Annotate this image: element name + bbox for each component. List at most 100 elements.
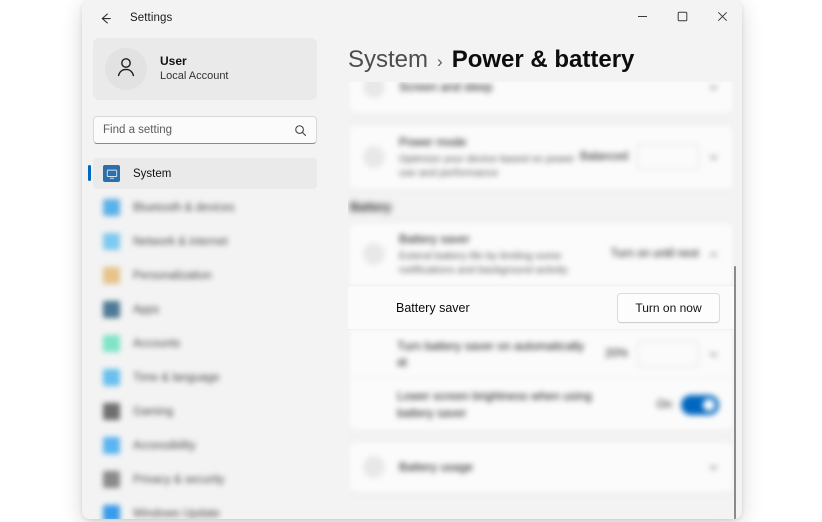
- chevron-up-icon[interactable]: [708, 249, 719, 260]
- row-right: Balanced: [580, 144, 719, 170]
- row-title: Battery saver: [399, 231, 470, 246]
- sidebar-item-gaming[interactable]: Gaming: [93, 396, 317, 427]
- row-screen-and-sleep[interactable]: Screen and sleep: [349, 82, 733, 113]
- maximize-button[interactable]: [662, 0, 702, 36]
- row-battery-saver-header[interactable]: Battery saver Extend battery life by lim…: [349, 223, 733, 285]
- chevron-down-icon[interactable]: [708, 462, 719, 473]
- section-header-battery: Battery: [350, 200, 392, 214]
- row-right: [708, 82, 719, 93]
- card-power-mode[interactable]: Power mode Optimize your device based on…: [348, 124, 734, 190]
- apps-icon: [103, 301, 120, 318]
- globe-icon: [103, 233, 120, 250]
- lower-brightness-toggle[interactable]: [681, 394, 719, 415]
- chevron-down-icon[interactable]: [708, 82, 719, 93]
- sidebar-item-apps[interactable]: Apps: [93, 294, 317, 325]
- row-lower-brightness[interactable]: Lower screen brightness when using batte…: [349, 378, 733, 430]
- row-text: Lower screen brightness when using batte…: [397, 388, 657, 420]
- sidebar: User Local Account Find a setting System…: [82, 36, 328, 519]
- row-right: On: [656, 394, 719, 415]
- chevron-down-icon[interactable]: [708, 349, 719, 360]
- row-auto-turn-on[interactable]: Turn battery saver on automatically at 2…: [349, 330, 733, 378]
- app-title: Settings: [130, 12, 173, 24]
- update-icon: [103, 505, 120, 519]
- vertical-scrollbar[interactable]: [730, 266, 740, 519]
- row-battery-saver-focused[interactable]: Battery saver Turn on now: [348, 285, 734, 330]
- battery-usage-icon: [363, 456, 385, 478]
- chevron-down-icon[interactable]: [708, 152, 719, 163]
- breadcrumb-parent[interactable]: System: [348, 46, 428, 74]
- minimize-icon: [637, 9, 648, 27]
- main-content: System › Power & battery Screen and slee…: [328, 36, 742, 519]
- settings-scroll-area: Screen and sleep Power mode Optimize you…: [348, 82, 734, 519]
- maximize-icon: [677, 9, 688, 27]
- sidebar-item-accounts[interactable]: Accounts: [93, 328, 317, 359]
- bluetooth-icon: [103, 199, 120, 216]
- close-button[interactable]: [702, 0, 742, 36]
- row-power-mode[interactable]: Power mode Optimize your device based on…: [349, 125, 733, 189]
- window-controls: [622, 0, 742, 36]
- shield-icon: [103, 471, 120, 488]
- row-text: Turn battery saver on automatically at: [397, 338, 605, 370]
- sidebar-item-label: Network & internet: [133, 235, 228, 248]
- row-right: 20%: [605, 341, 719, 367]
- sidebar-item-personalization[interactable]: Personalization: [93, 260, 317, 291]
- sidebar-item-privacy-security[interactable]: Privacy & security: [93, 464, 317, 495]
- auto-turn-on-dropdown[interactable]: [637, 341, 699, 367]
- sidebar-item-label: Gaming: [133, 405, 174, 418]
- card-battery-saver-header[interactable]: Battery saver Extend battery life by lim…: [348, 222, 734, 285]
- sidebar-nav: System Bluetooth & devices Network & int…: [88, 158, 317, 519]
- sidebar-item-label: Accessibility: [133, 439, 196, 452]
- sidebar-item-windows-update[interactable]: Windows Update: [93, 498, 317, 519]
- toggle-state-label: On: [656, 398, 672, 411]
- sidebar-item-accessibility[interactable]: Accessibility: [93, 430, 317, 461]
- row-description: Optimize your device based on power use …: [399, 152, 575, 180]
- sidebar-item-label: Apps: [133, 303, 160, 316]
- page-root: Settings User Local Account Find a setti…: [0, 0, 822, 522]
- power-icon: [363, 146, 385, 168]
- avatar: [105, 48, 147, 90]
- back-button[interactable]: [90, 4, 120, 32]
- user-profile-card[interactable]: User Local Account: [93, 38, 317, 100]
- profile-subtitle: Local Account: [160, 70, 229, 83]
- back-arrow-icon: [98, 11, 113, 26]
- sidebar-item-time-language[interactable]: Time & language: [93, 362, 317, 393]
- battery-saver-label: Battery saver: [396, 300, 470, 315]
- clock-icon: [103, 369, 120, 386]
- battery-saver-value: Turn on until next: [610, 248, 699, 260]
- card-battery-usage[interactable]: Battery usage: [348, 441, 734, 493]
- search-input[interactable]: [103, 124, 294, 136]
- minimize-button[interactable]: [622, 0, 662, 36]
- sidebar-item-label: Bluetooth & devices: [133, 201, 235, 214]
- sidebar-item-label: System: [133, 167, 172, 180]
- power-mode-value: Balanced: [580, 151, 628, 163]
- settings-window: Settings User Local Account Find a setti…: [82, 0, 742, 519]
- sidebar-item-label: Time & language: [133, 371, 220, 384]
- person-icon: [113, 54, 139, 85]
- row-title: Battery usage: [399, 459, 474, 474]
- row-description: Extend battery life by limiting some not…: [399, 249, 568, 277]
- row-title: Power mode: [399, 134, 467, 149]
- auto-turn-on-value: 20%: [604, 348, 628, 360]
- scrollbar-thumb[interactable]: [733, 266, 737, 519]
- title-bar: Settings: [82, 0, 742, 36]
- row-text: Screen and sleep: [399, 82, 708, 95]
- sidebar-item-network-internet[interactable]: Network & internet: [93, 226, 317, 257]
- turn-on-now-button[interactable]: Turn on now: [617, 292, 720, 323]
- window-body: User Local Account Find a setting System…: [82, 36, 742, 519]
- row-title: Lower screen brightness when using batte…: [397, 389, 592, 420]
- sidebar-item-label: Personalization: [133, 269, 212, 282]
- profile-name: User: [160, 54, 187, 69]
- power-mode-dropdown[interactable]: [637, 144, 699, 170]
- row-text: Power mode Optimize your device based on…: [399, 134, 580, 181]
- row-text: Battery saver Extend battery life by lim…: [399, 231, 611, 278]
- row-battery-usage[interactable]: Battery usage: [349, 442, 733, 492]
- chevron-right-icon: ›: [437, 52, 443, 71]
- sidebar-item-bluetooth-devices[interactable]: Bluetooth & devices: [93, 192, 317, 223]
- row-right: [708, 462, 719, 473]
- sidebar-item-system[interactable]: System: [88, 158, 317, 189]
- monitor-icon: [103, 165, 120, 182]
- search-box[interactable]: [93, 116, 317, 144]
- brush-icon: [103, 267, 120, 284]
- card-battery-saver-settings[interactable]: Turn battery saver on automatically at 2…: [348, 330, 734, 431]
- card-screen-and-sleep[interactable]: Screen and sleep: [348, 82, 734, 114]
